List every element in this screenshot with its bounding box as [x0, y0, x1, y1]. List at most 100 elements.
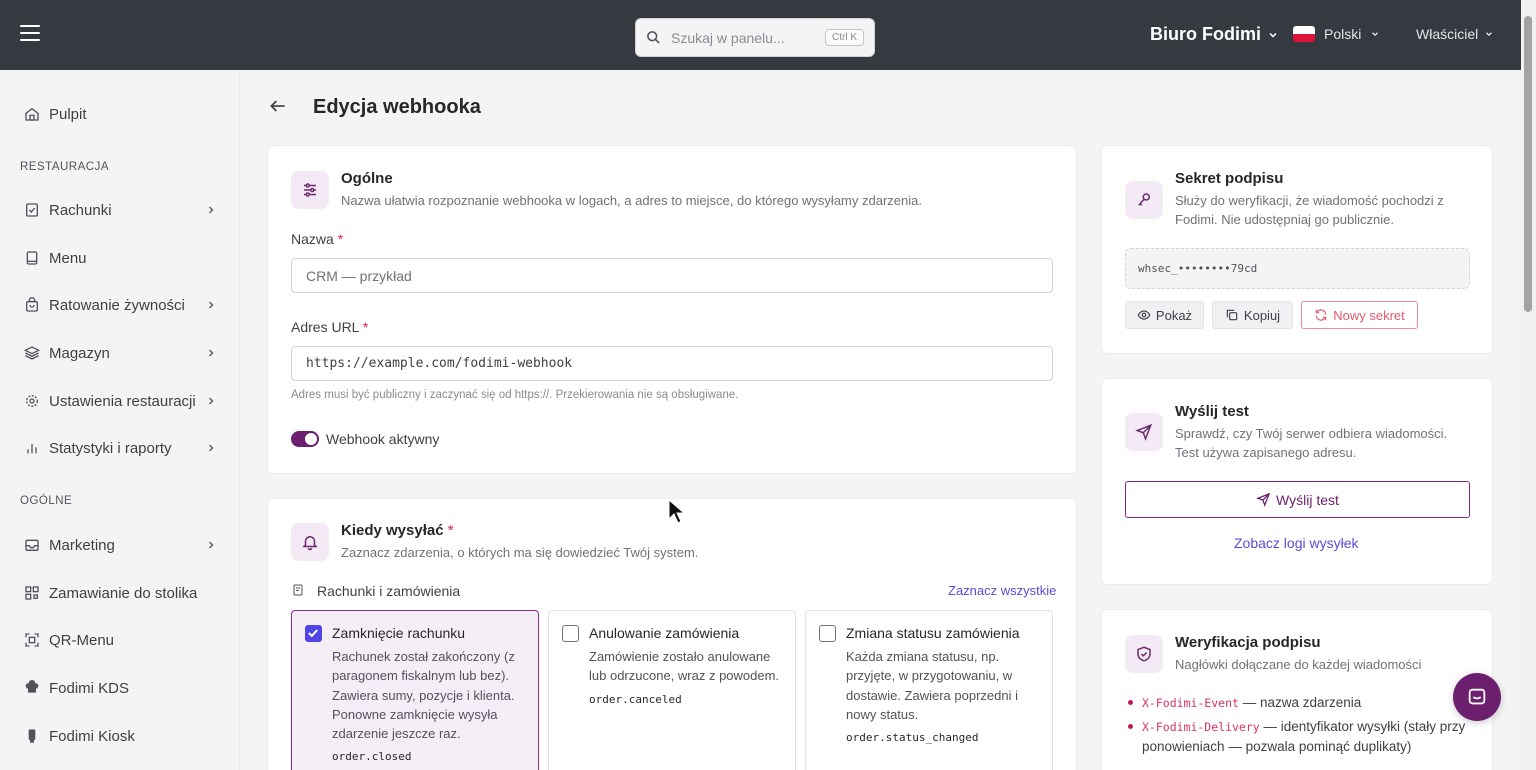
menu-icon[interactable] [20, 25, 40, 43]
top-bar: Szukaj w panelu... Ctrl K Biuro Fodimi P… [0, 0, 1521, 70]
sidebar-item-label: Magazyn [49, 344, 110, 362]
copy-secret-button[interactable]: Kopiuj [1212, 301, 1293, 329]
event-code: order.closed [332, 750, 412, 763]
key-icon [1125, 181, 1163, 219]
events-group-title: Rachunki i zamówienia [317, 583, 461, 599]
chef-hat-icon [24, 680, 40, 696]
check-icon [308, 629, 318, 638]
sidebar-item-label: Ratowanie żywności [49, 296, 185, 314]
refresh-icon [1315, 309, 1327, 321]
sidebar-item-menu[interactable]: Menu [0, 238, 240, 278]
chat-support-button[interactable] [1453, 673, 1501, 721]
sidebar-item-bills[interactable]: Rachunki [0, 190, 240, 230]
business-switcher[interactable]: Biuro Fodimi [1150, 24, 1279, 45]
event-description: Zamówienie zostało anulowane lub odrzuco… [589, 649, 780, 684]
event-description: Rachunek został zakończony (z paragonem … [332, 649, 515, 742]
language-label: Polski [1324, 26, 1362, 42]
test-title: Wyślij test [1175, 403, 1249, 420]
role-switcher[interactable]: Właściciel [1416, 26, 1494, 42]
qr-scan-icon [24, 632, 40, 648]
checkbox[interactable] [305, 625, 322, 642]
sidebar-item-label: Fodimi Kiosk [49, 727, 135, 745]
event-code: order.status_changed [846, 731, 979, 744]
sidebar-item-dashboard[interactable]: Pulpit [0, 94, 240, 134]
secret-title: Sekret podpisu [1175, 170, 1284, 187]
bell-icon [291, 523, 329, 561]
event-code: order.canceled [589, 693, 682, 706]
secret-subtitle: Służy do weryfikacji, że wiadomość pocho… [1175, 193, 1444, 227]
search-input[interactable]: Szukaj w panelu... Ctrl K [635, 18, 875, 57]
sidebar: Pulpit RESTAURACJA Rachunki Menu Ratowan… [0, 70, 240, 770]
sidebar-item-marketing[interactable]: Marketing [0, 525, 240, 565]
layers-icon [24, 345, 40, 361]
name-field[interactable]: CRM — przykład [291, 258, 1053, 293]
event-option-order-canceled[interactable]: Anulowanie zamówienia Zamówienie zostało… [548, 610, 796, 770]
secret-value: whsec_••••••••79cd [1125, 248, 1470, 289]
sidebar-item-food-rescue[interactable]: Ratowanie żywności [0, 285, 240, 325]
business-name: Biuro Fodimi [1150, 24, 1261, 44]
events-subtitle: Zaznacz zdarzenia, o których ma się dowi… [341, 545, 699, 560]
verification-subtitle: Nagłówki dołączane do każdej wiadomości [1175, 657, 1422, 672]
home-icon [24, 106, 40, 122]
chevron-down-icon [1486, 32, 1493, 37]
show-secret-button[interactable]: Pokaż [1125, 301, 1204, 329]
event-description: Każda zmiana statusu, np. przyjęte, w pr… [846, 649, 1018, 722]
delivery-logs-link[interactable]: Zobacz logi wysyłek [1234, 535, 1359, 551]
shield-check-icon [1125, 635, 1163, 673]
section-title-general: OGÓLNE [20, 495, 73, 507]
gear-icon [24, 393, 40, 409]
checkbox[interactable] [819, 625, 836, 642]
bag-icon [24, 297, 40, 313]
event-option-order-closed[interactable]: Zamknięcie rachunku Rachunek został zako… [291, 610, 539, 770]
page-header [268, 96, 288, 116]
header-item: X-Fodimi-Event — nazwa zdarzenia [1128, 693, 1473, 713]
send-test-button[interactable]: Wyślij test [1125, 481, 1470, 518]
sidebar-item-kds[interactable]: Fodimi KDS [0, 668, 240, 708]
sidebar-item-statistics[interactable]: Statystyki i raporty [0, 428, 240, 468]
sidebar-item-label: Ustawienia restauracji [49, 392, 196, 410]
event-title: Zmiana statusu zamówienia [846, 625, 1020, 641]
webhook-active-label: Webhook aktywny [326, 431, 440, 447]
sidebar-item-label: Pulpit [49, 105, 87, 123]
webhook-active-toggle[interactable] [291, 431, 319, 447]
sidebar-item-label: Rachunki [49, 201, 112, 219]
new-secret-button[interactable]: Nowy sekret [1301, 301, 1418, 329]
event-option-status-changed[interactable]: Zmiana statusu zamówienia Każda zmiana s… [805, 610, 1053, 770]
general-title: Ogólne [341, 170, 393, 187]
chevron-right-icon [209, 397, 214, 405]
chevron-right-icon [209, 301, 214, 309]
chevron-right-icon [209, 444, 214, 452]
search-placeholder: Szukaj w panelu... [671, 29, 785, 46]
book-icon [24, 250, 40, 266]
sidebar-item-kiosk[interactable]: Fodimi Kiosk [0, 716, 240, 756]
checkbox[interactable] [562, 625, 579, 642]
sidebar-item-label: QR-Menu [49, 631, 115, 649]
poland-flag-icon [1293, 26, 1315, 42]
inbox-icon [24, 537, 40, 553]
mouse-cursor-icon [668, 499, 686, 524]
sidebar-item-label: Statystyki i raporty [49, 439, 172, 457]
send-icon [1256, 492, 1271, 507]
select-all-link[interactable]: Zaznacz wszystkie [948, 583, 1056, 598]
url-hint: Adres musi być publiczny i zaczynać się … [291, 389, 739, 401]
language-switcher[interactable]: Polski [1293, 26, 1380, 42]
general-subtitle: Nazwa ułatwia rozpoznanie webhooka w log… [341, 193, 922, 208]
eye-icon [1137, 310, 1151, 320]
page-scrollbar-thumb[interactable] [1524, 16, 1532, 312]
header-name: X-Fodimi-Event [1142, 696, 1239, 710]
chevron-down-icon [1372, 32, 1379, 37]
sidebar-item-warehouse[interactable]: Magazyn [0, 333, 240, 373]
sidebar-item-qr-menu[interactable]: QR-Menu [0, 620, 240, 660]
page-title: Edycja webhooka [313, 96, 481, 118]
back-arrow-icon[interactable] [268, 96, 288, 116]
qr-icon [24, 585, 40, 601]
role-label: Właściciel [1416, 26, 1479, 42]
event-title: Anulowanie zamówienia [589, 625, 740, 641]
url-field[interactable]: https://example.com/fodimi-webhook [291, 346, 1053, 381]
chat-icon [1468, 688, 1486, 705]
sidebar-item-label: Marketing [49, 536, 115, 554]
header-item: X-Fodimi-Delivery — identyfikator wysyłk… [1128, 717, 1468, 757]
sidebar-item-restaurant-settings[interactable]: Ustawienia restauracji [0, 381, 240, 421]
name-label: Nazwa * [291, 231, 344, 247]
sidebar-item-table-ordering[interactable]: Zamawianie do stolika [0, 573, 240, 613]
